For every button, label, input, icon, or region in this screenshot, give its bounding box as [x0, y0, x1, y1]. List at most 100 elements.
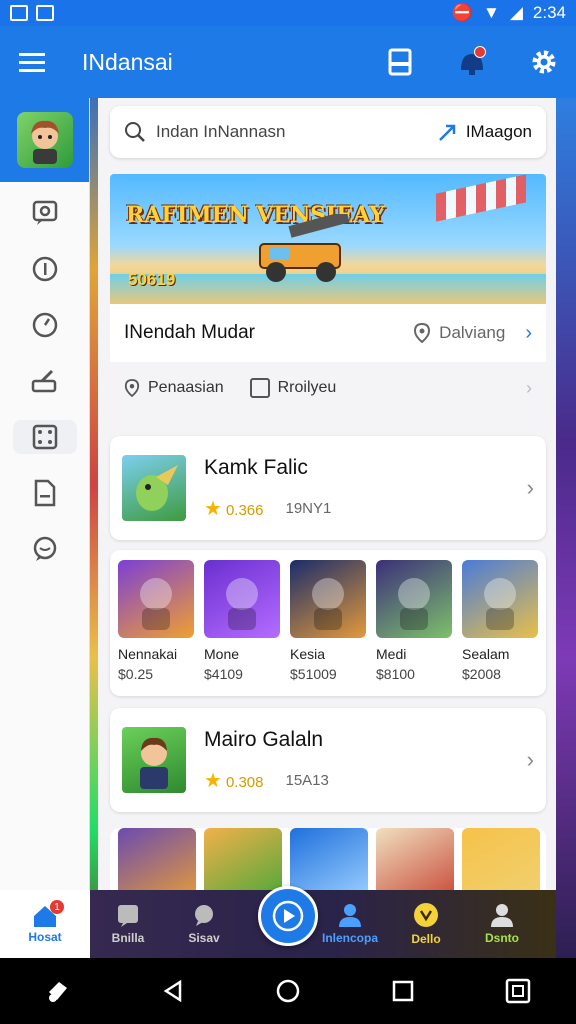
system-nav-bar	[0, 958, 576, 1024]
banner-location: Dalviang	[439, 323, 506, 342]
strip-game-thumbnail[interactable]	[290, 828, 368, 898]
banner-title: INendah Mudar	[124, 322, 255, 343]
chevron-right-icon[interactable]: ›	[527, 475, 534, 501]
strip-game-thumbnail[interactable]	[462, 828, 540, 898]
search-input[interactable]: Indan InNannasn	[156, 122, 286, 142]
notification-icon[interactable]	[456, 46, 488, 78]
nav-home-label: Hosat	[28, 930, 62, 944]
nav-item-sisav[interactable]: Sisav	[166, 890, 242, 958]
app-bar: INdansai	[0, 26, 576, 98]
screenshot-icon[interactable]	[505, 978, 531, 1004]
strip-game-thumbnail[interactable]	[204, 828, 282, 898]
game-title: Kamk Falic	[204, 455, 308, 479]
nav-label: Dsnto	[485, 931, 519, 945]
main-panel: Indan InNannasn IMaagon RAFIMEN VENSIEAY…	[98, 98, 556, 898]
profile-icon	[491, 904, 513, 927]
avatar[interactable]	[16, 112, 73, 168]
game-title: Mairo Galaln	[204, 727, 324, 751]
game-card[interactable]: Kamk Falic ★ 0.366 19NY1 ›	[110, 436, 546, 540]
side-rail	[0, 98, 90, 890]
grid-game-price: $4109	[204, 666, 243, 682]
grid-game-item[interactable]: Mone $4109	[204, 560, 280, 682]
game-code: 15A13	[285, 771, 329, 789]
data-saver-icon: ⛔	[451, 3, 473, 22]
star-icon: ★	[204, 769, 222, 792]
banner-flag-art	[436, 174, 526, 222]
clipboard-icon[interactable]	[384, 46, 416, 78]
chevron-right-icon[interactable]: ›	[525, 322, 532, 345]
grid-game-price: $8100	[376, 666, 415, 682]
location-filter-label[interactable]: Penaasian	[148, 379, 224, 397]
nav-label: Sisav	[188, 931, 220, 945]
grid-game-name: Medi	[376, 646, 407, 662]
strip-game-thumbnail[interactable]	[118, 828, 196, 898]
grid-game-thumbnail	[376, 560, 452, 638]
game-grid-card: Nennakai $0.25 Mone $4109 Kesia $51009 Medi $81…	[110, 550, 546, 696]
grid-game-name: Kesia	[290, 646, 326, 662]
grid-game-price: $0.25	[118, 666, 154, 682]
strip-game-thumbnail[interactable]	[376, 828, 454, 898]
notification-badge	[474, 46, 486, 58]
search-icon	[125, 122, 145, 142]
filter-checkbox[interactable]	[249, 378, 270, 398]
app-title: INdansai	[82, 48, 173, 75]
grid-game-price: $2008	[462, 666, 501, 682]
nav-item-dsnto[interactable]: Dsnto	[464, 890, 540, 958]
banner-info-row[interactable]: INendah Mudar Dalviang ›	[110, 304, 546, 362]
gear-icon[interactable]	[528, 46, 560, 78]
location-pin-icon	[414, 323, 431, 343]
nav-item-bnilla[interactable]: Bnilla	[90, 890, 166, 958]
play-icon	[272, 900, 304, 932]
play-button[interactable]	[258, 886, 318, 946]
game-thumbnail	[122, 727, 186, 793]
nav-home[interactable]: 1 Hosat	[0, 890, 90, 958]
back-icon[interactable]	[161, 979, 185, 1003]
assistant-icon[interactable]	[45, 978, 71, 1004]
grid-game-item[interactable]: Kesia $51009	[290, 560, 366, 682]
grid-game-name: Mone	[204, 646, 240, 662]
map-label: IMaagon	[465, 122, 532, 141]
rail-document-icon[interactable]	[13, 476, 77, 510]
grid-game-price: $51009	[290, 666, 337, 682]
grid-game-thumbnail	[290, 560, 366, 638]
rail-dice-icon[interactable]	[12, 420, 77, 454]
banner-number: 50619	[128, 270, 176, 289]
wifi-icon: ▼	[483, 3, 500, 22]
rail-clock-icon[interactable]	[13, 308, 77, 342]
person-icon	[339, 904, 361, 927]
rail-edit-icon[interactable]	[13, 364, 77, 398]
menu-icon[interactable]	[16, 46, 48, 78]
checkbox-label: Rroilyeu	[277, 379, 337, 396]
bookmark-icon	[118, 905, 138, 927]
rail-chat-icon[interactable]	[13, 532, 77, 566]
game-rating: 0.366	[225, 501, 264, 519]
home-circle-icon[interactable]	[275, 978, 301, 1004]
nav-item-inlencopa[interactable]: Inlencopa	[312, 890, 388, 958]
grid-game-thumbnail	[204, 560, 280, 638]
featured-banner[interactable]: RAFIMEN VENSIEAY 50619	[110, 174, 546, 304]
star-icon: ★	[204, 497, 222, 520]
chevron-right-icon[interactable]: ›	[527, 747, 534, 773]
game-card[interactable]: Mairo Galaln ★ 0.308 15A13 ›	[110, 708, 546, 812]
nav-label: Dello	[411, 932, 441, 946]
chevron-right-icon[interactable]: ›	[526, 378, 532, 399]
filter-row: Penaasian Rroilyeu ›	[110, 366, 546, 410]
grid-game-item[interactable]: Nennakai $0.25	[118, 560, 194, 682]
search-bar[interactable]: Indan InNannasn IMaagon	[110, 106, 546, 158]
grid-game-item[interactable]: Medi $8100	[376, 560, 452, 682]
rail-info-icon[interactable]	[13, 252, 77, 286]
signal-icon: ◢	[509, 3, 523, 22]
image-notification-icon	[10, 5, 28, 21]
chat-icon	[195, 905, 213, 926]
grid-game-thumbnail	[118, 560, 194, 638]
gallery-notification-icon	[36, 5, 54, 21]
recents-icon[interactable]	[391, 979, 415, 1003]
coin-icon	[414, 903, 438, 927]
nav-label: Bnilla	[111, 931, 145, 945]
nav-item-dello[interactable]: Dello	[388, 890, 464, 958]
rail-message-icon[interactable]	[13, 196, 77, 230]
map-button[interactable]: IMaagon	[438, 122, 532, 142]
grid-game-item[interactable]: Sealam $2008	[462, 560, 538, 682]
status-bar: ⛔ ▼ ◢ 2:34	[0, 0, 576, 26]
game-thumbnail-strip	[110, 828, 546, 898]
